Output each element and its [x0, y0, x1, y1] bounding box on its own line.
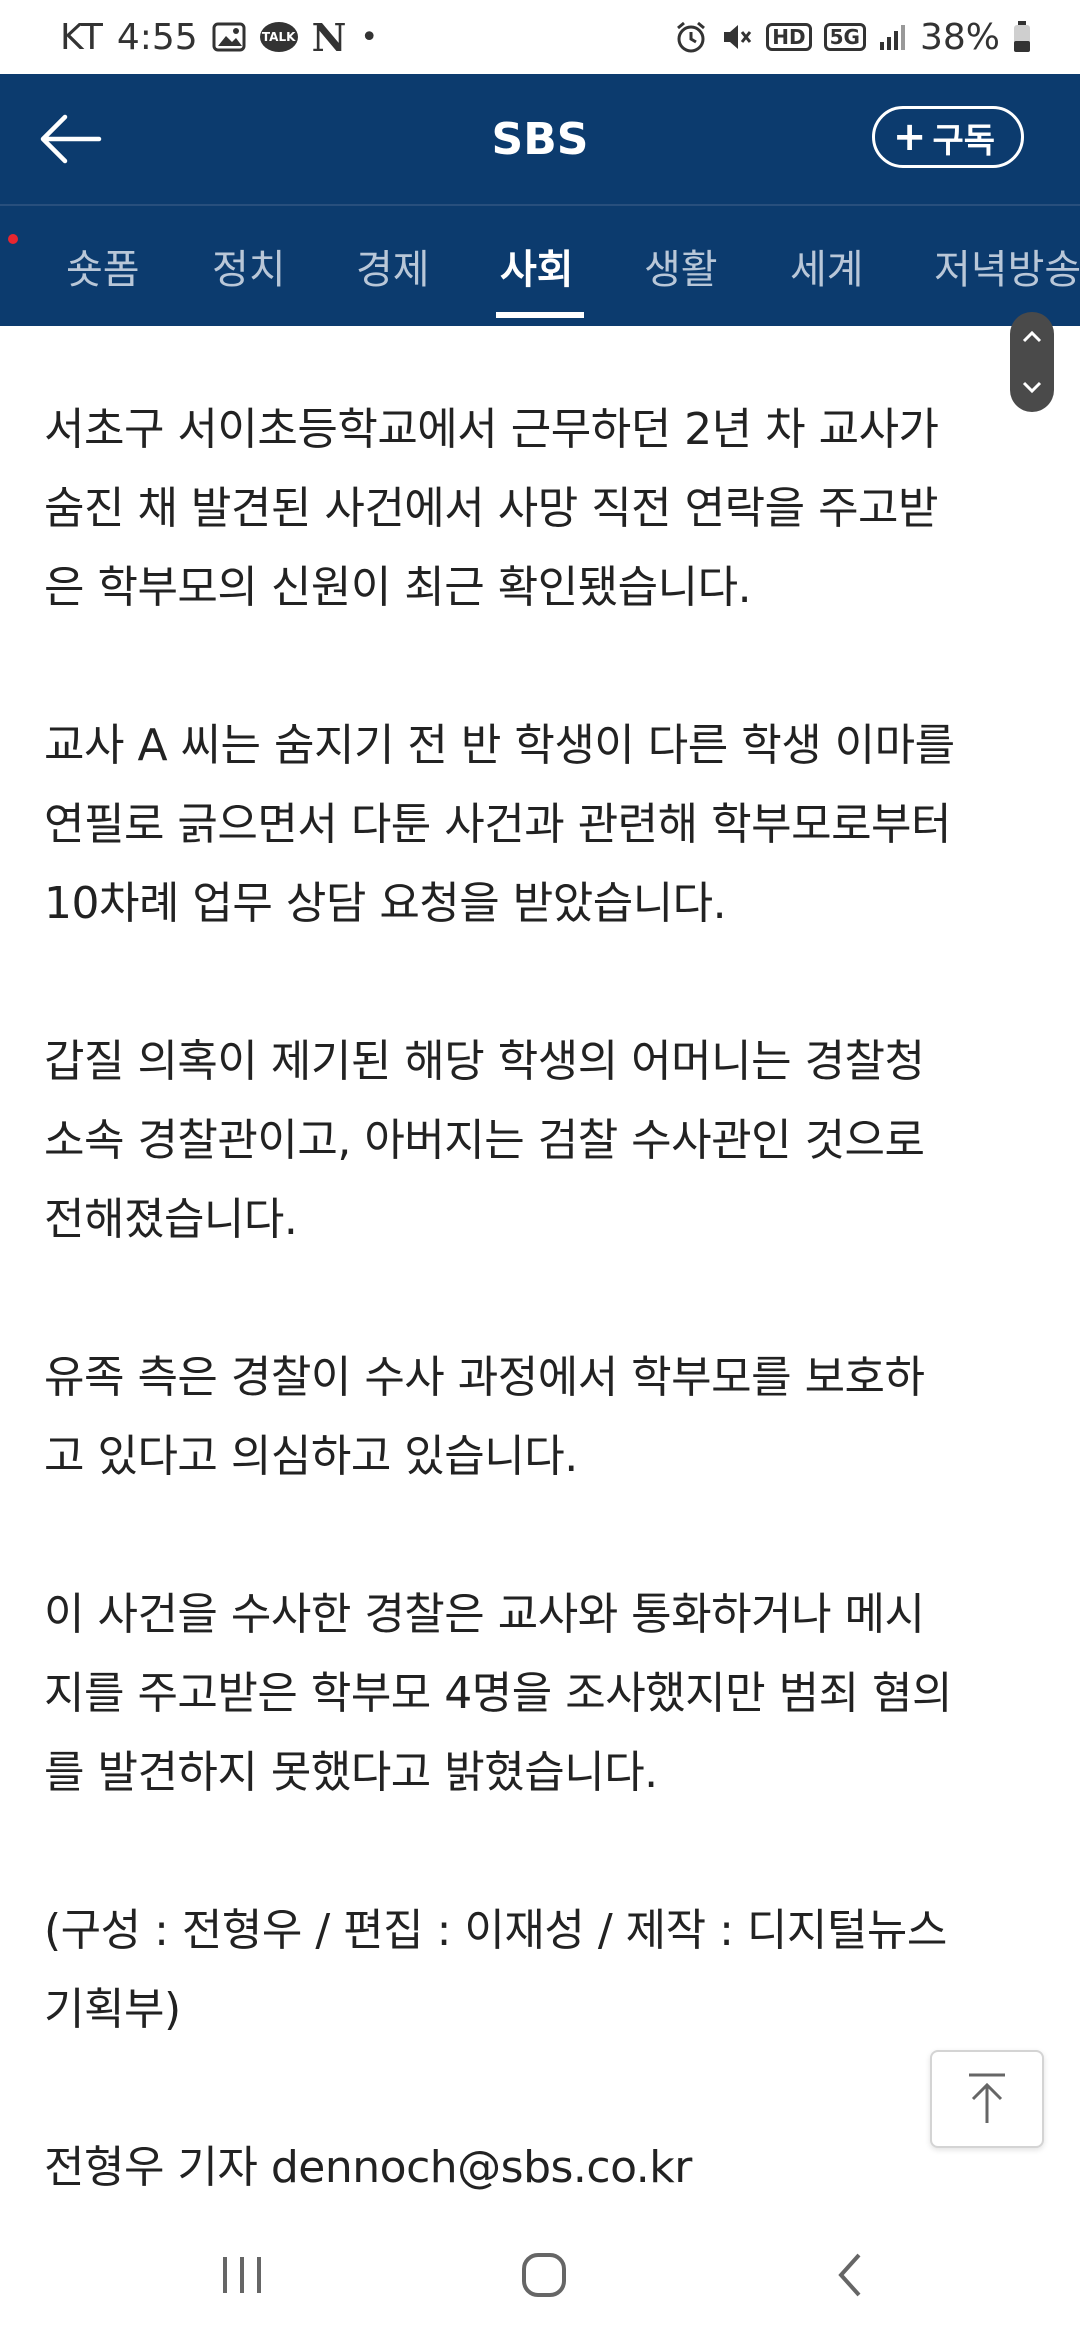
notification-dot: •: [360, 19, 379, 55]
naver-icon: N: [311, 14, 347, 60]
subscribe-button[interactable]: + 구독: [871, 106, 1024, 168]
mute-icon: [720, 20, 754, 54]
back-arrow-icon: [40, 114, 102, 164]
article-paragraph: 이 사건을 수사한 경찰은 교사와 통화하거나 메시 지를 주고받은 학부모 4…: [44, 1589, 953, 1798]
article-body: 서초구 서이초등학교에서 근무하던 2년 차 교사가 숨진 채 발견된 사건에서…: [44, 390, 1044, 2207]
alarm-icon: [674, 20, 708, 54]
home-button[interactable]: [484, 2230, 604, 2320]
back-icon: [838, 2253, 861, 2297]
clock: 4:55: [116, 16, 198, 58]
active-tab-indicator: [496, 312, 584, 318]
app-header: SBS + 구독: [0, 74, 1080, 204]
article-paragraph: 서초구 서이초등학교에서 근무하던 2년 차 교사가 숨진 채 발견된 사건에서…: [44, 404, 939, 613]
article-paragraph: 유족 측은 경찰이 수사 과정에서 학부모를 보호하 고 있다고 의심하고 있습…: [44, 1352, 925, 1482]
tab-economy[interactable]: 경제: [356, 206, 430, 326]
recent-apps-icon: [223, 2257, 261, 2293]
subscribe-label: 구독: [932, 120, 995, 161]
home-icon: [522, 2253, 566, 2297]
status-left: KT 4:55 TALK N •: [60, 0, 378, 74]
article-credits: (구성 : 전형우 / 편집 : 이재성 / 제작 : 디지털뉴스 기획부): [44, 1905, 947, 2035]
article-paragraph: 교사 A 씨는 숨지기 전 반 학생이 다른 학생 이마를 연필로 긁으면서 다…: [44, 720, 955, 929]
kakaotalk-icon: TALK: [259, 22, 298, 52]
tab-shortform[interactable]: 숏폼: [66, 206, 140, 326]
battery-percent: 38%: [919, 16, 1000, 58]
tab-society[interactable]: 사회: [500, 206, 574, 326]
nav-back-button[interactable]: [790, 2230, 910, 2320]
gallery-icon: [212, 22, 246, 52]
signal-icon: [878, 22, 908, 52]
scroll-to-top-button[interactable]: [930, 2050, 1044, 2148]
battery-icon: [1012, 20, 1032, 54]
tab-world[interactable]: 세계: [790, 206, 864, 326]
carrier-label: KT: [60, 16, 103, 58]
article-paragraph: 갑질 의혹이 제기된 해당 학생의 어머니는 경찰청 소속 경찰관이고, 아버지…: [44, 1036, 925, 1245]
tab-evening-broadcast[interactable]: 저녁방송: [934, 206, 1080, 326]
tab-life[interactable]: 생활: [644, 206, 718, 326]
hd-voice-icon: HD: [766, 23, 812, 51]
back-button[interactable]: [30, 104, 110, 174]
chevron-up-icon: [1022, 330, 1042, 343]
tab-politics[interactable]: 정치: [212, 206, 286, 326]
scroll-to-top-icon: [969, 2073, 1005, 2123]
system-nav-bar: [0, 2210, 1080, 2340]
5g-icon: 5G: [823, 23, 866, 51]
category-tab-bar: 숏폼 정치 경제 사회 생활 세계 저녁방송: [0, 206, 1080, 326]
status-bar: KT 4:55 TALK N • HD 5G 38%: [0, 0, 1080, 74]
status-right: HD 5G 38%: [674, 0, 1032, 74]
plus-icon: +: [892, 114, 927, 160]
recent-apps-button[interactable]: [182, 2230, 302, 2320]
new-indicator-dot: [8, 234, 18, 244]
